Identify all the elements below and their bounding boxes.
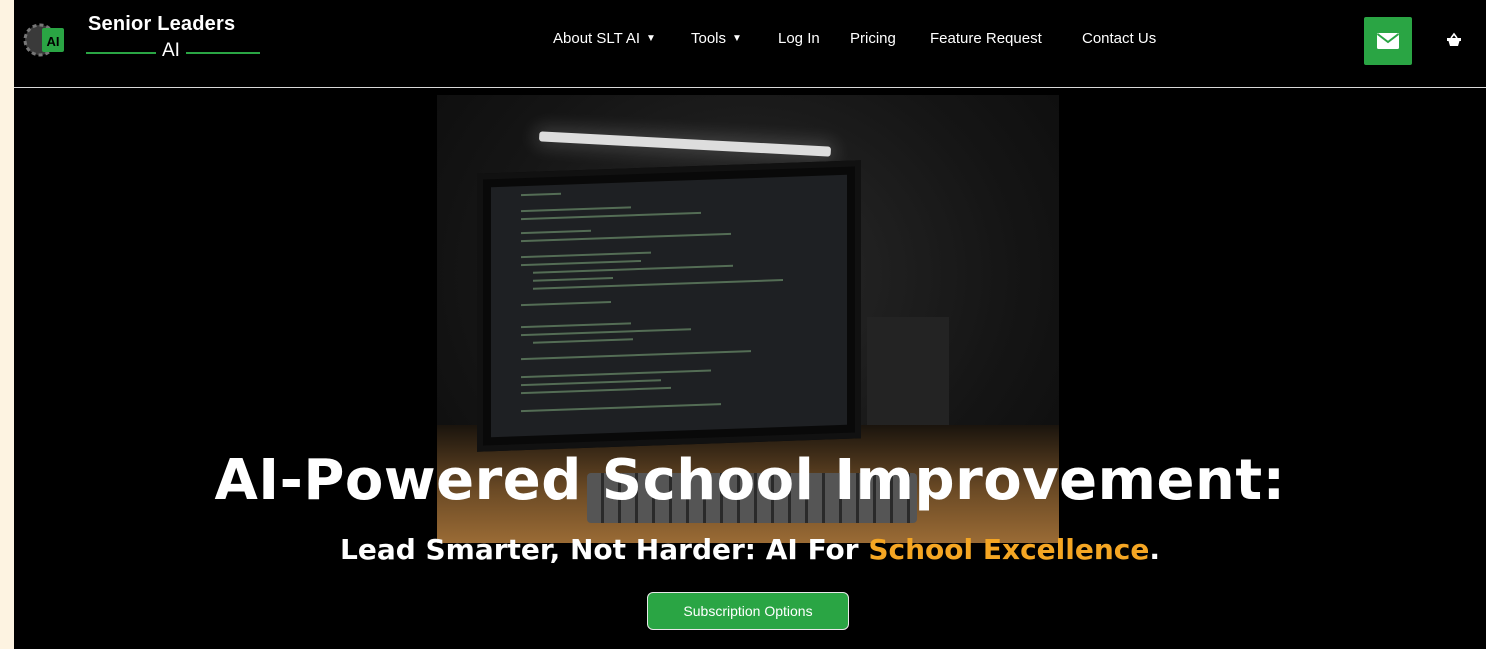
nav-item-label: Tools bbox=[691, 30, 727, 47]
nav-item-label: Feature Request bbox=[930, 30, 1042, 47]
nav-item-feature-request[interactable]: Feature Request bbox=[930, 30, 1042, 47]
gear-ai-logo-icon[interactable]: AI bbox=[22, 22, 66, 58]
svg-text:AI: AI bbox=[47, 34, 60, 49]
brand-underline-left bbox=[86, 52, 156, 54]
monitor-light-bar bbox=[538, 131, 832, 157]
hero-title: AI-Powered School Improvement: bbox=[214, 448, 1286, 513]
hero-subtitle-accent: School Excellence bbox=[868, 533, 1150, 566]
shopping-basket-icon[interactable] bbox=[1446, 32, 1462, 48]
site-header: AI Senior Leaders AI About SLT AI ▼ Tool… bbox=[14, 0, 1486, 88]
nav-item-label: Pricing bbox=[850, 30, 896, 47]
envelope-icon bbox=[1376, 33, 1400, 49]
hero-subtitle-period: . bbox=[1149, 533, 1160, 566]
code-editor-screen bbox=[491, 174, 847, 438]
nav-item-label: About SLT AI bbox=[553, 30, 641, 47]
nav-item-about[interactable]: About SLT AI ▼ bbox=[553, 30, 656, 47]
hero-subtitle-text: Lead Smarter, Not Harder: AI For bbox=[339, 533, 869, 566]
chevron-down-icon: ▼ bbox=[646, 33, 656, 44]
chevron-down-icon: ▼ bbox=[732, 33, 742, 44]
nav-item-login[interactable]: Log In bbox=[778, 30, 820, 47]
brand-subtitle[interactable]: AI bbox=[162, 40, 180, 62]
brand-underline-right bbox=[186, 52, 260, 54]
subscription-options-button[interactable]: Subscription Options bbox=[647, 592, 849, 630]
page-frame: AI Senior Leaders AI About SLT AI ▼ Tool… bbox=[14, 0, 1486, 649]
nav-item-label: Contact Us bbox=[1082, 30, 1157, 47]
nav-item-tools[interactable]: Tools ▼ bbox=[691, 30, 742, 47]
hero-subtitle: Lead Smarter, Not Harder: AI For School … bbox=[14, 533, 1486, 566]
nav-item-label: Log In bbox=[778, 30, 820, 47]
brand-title[interactable]: Senior Leaders bbox=[88, 13, 235, 36]
nav-item-contact[interactable]: Contact Us bbox=[1082, 30, 1156, 47]
monitor bbox=[477, 160, 861, 452]
email-button[interactable] bbox=[1364, 17, 1412, 65]
nav-item-pricing[interactable]: Pricing bbox=[850, 30, 896, 47]
